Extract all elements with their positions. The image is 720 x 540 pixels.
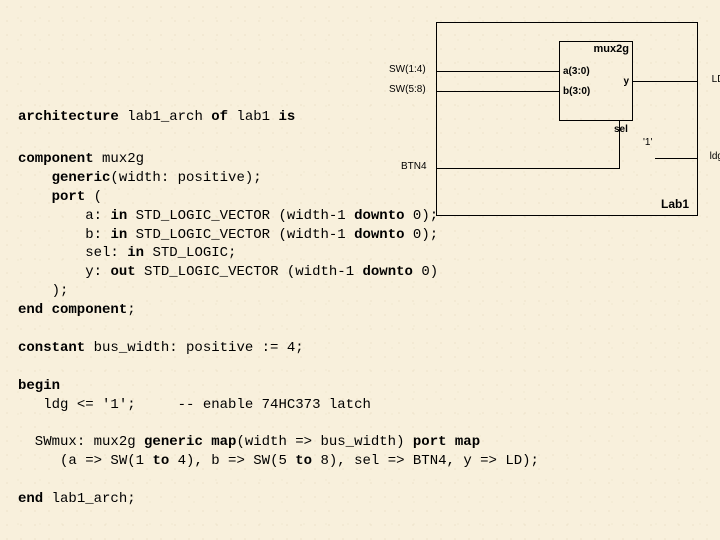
code-line-1: architecture lab1_arch of lab1 is [18, 108, 295, 127]
label-sw14: SW(1:4) [389, 64, 426, 75]
port-a: a(3:0) [563, 66, 590, 77]
wire-a [437, 71, 559, 72]
block-diagram: mux2g a(3:0) b(3:0) y sel SW(1:4) SW(5:8… [436, 22, 698, 216]
port-b: b(3:0) [563, 86, 590, 97]
mux-label: mux2g [594, 43, 629, 55]
lab1-label: Lab1 [661, 197, 689, 211]
label-btn4: BTN4 [401, 161, 427, 172]
label-ldg: ldg [710, 151, 720, 162]
wire-y [632, 81, 697, 82]
wire-sel-h [437, 168, 619, 169]
wire-ldg [655, 158, 697, 159]
label-ld14: LD(1:4) [712, 74, 720, 85]
wire-b [437, 91, 559, 92]
label-one: '1' [643, 137, 652, 148]
mux-box: mux2g a(3:0) b(3:0) y sel [559, 41, 633, 121]
kw: architecture [18, 109, 119, 125]
port-y: y [623, 76, 629, 87]
wire-sel-v [619, 120, 620, 169]
port-sel: sel [614, 124, 628, 135]
label-sw58: SW(5:8) [389, 84, 426, 95]
